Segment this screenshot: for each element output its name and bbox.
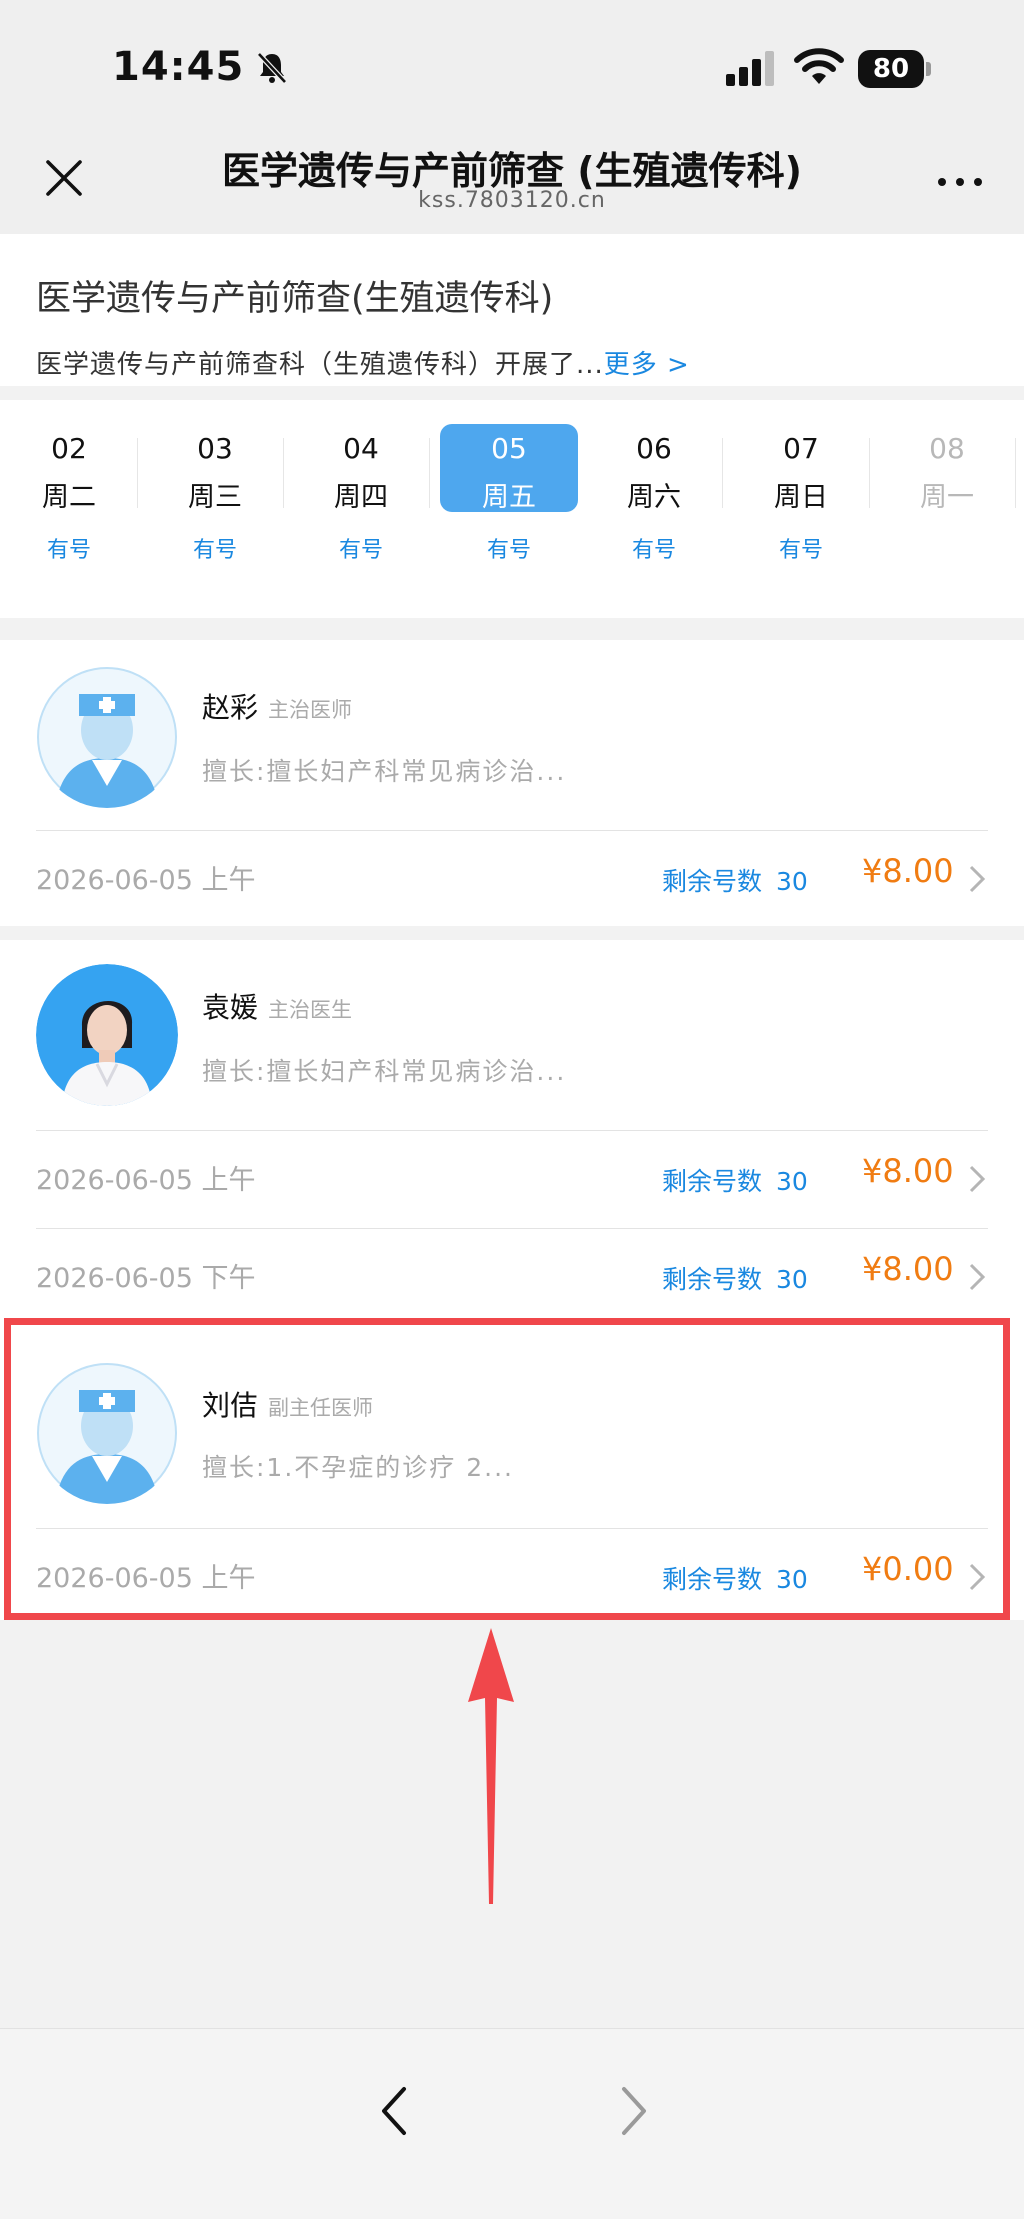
date-availability: 有号: [338, 538, 383, 563]
date-weekday: 周一: [920, 482, 974, 513]
slot-price: ¥8.00: [862, 1250, 954, 1288]
status-time: 14:45: [112, 44, 290, 90]
doctor-name-row: 袁媛 主治医生: [202, 986, 352, 1026]
date-day: 03: [197, 432, 233, 465]
status-bar: 14:45 80: [0, 0, 1024, 130]
doctor-specialty: 擅长:擅长妇产科常见病诊治...: [202, 757, 567, 786]
date-availability: 有号: [192, 538, 237, 563]
date-day: 06: [636, 432, 672, 465]
date-weekday: 周三: [188, 482, 242, 513]
date-day: 05: [491, 432, 527, 465]
date-item-08[interactable]: 08 周一: [878, 424, 1016, 584]
date-item-04[interactable]: 04 周四 有号: [292, 424, 430, 584]
date-weekday: 周五: [482, 482, 536, 513]
slot-time: 2026-06-05 上午: [36, 1165, 256, 1196]
date-item-02[interactable]: 02 周二 有号: [0, 424, 138, 584]
date-weekday: 周日: [774, 482, 828, 513]
slot-remaining: 剩余号数 30: [662, 1162, 808, 1198]
doctor-avatar-icon: [37, 667, 177, 808]
page-url: kss.7803120.cn: [418, 188, 606, 213]
date-weekday: 周二: [42, 482, 96, 513]
date-weekday: 周四: [334, 482, 388, 513]
slot-remaining: 剩余号数 30: [662, 862, 808, 898]
date-day: 04: [343, 432, 379, 465]
wifi-icon: [794, 48, 844, 84]
date-item-05[interactable]: 05 周五 有号: [440, 424, 578, 584]
chevron-right-icon: [969, 1263, 986, 1291]
status-time-text: 14:45: [112, 44, 245, 90]
slot-remaining-count: 30: [776, 1265, 808, 1294]
date-weekday: 周六: [627, 482, 681, 513]
doctor-photo-avatar: [36, 964, 178, 1106]
date-item-06[interactable]: 06 周六 有号: [585, 424, 723, 584]
highlight-annotation-box: [4, 1318, 1010, 1620]
slot-remaining-label: 剩余号数: [662, 1265, 763, 1294]
cellular-signal-icon: [726, 51, 774, 86]
date-day: 02: [51, 432, 87, 465]
date-day: 08: [929, 432, 965, 465]
slot-time: 2026-06-05 下午: [36, 1263, 256, 1294]
date-availability: 有号: [778, 538, 823, 563]
bell-muted-icon: [257, 52, 288, 84]
doctor-name-row: 赵彩 主治医师: [202, 686, 352, 726]
chevron-right-icon: [969, 1165, 986, 1193]
battery-indicator: 80: [858, 50, 932, 88]
department-name: 医学遗传与产前筛查(生殖遗传科): [36, 279, 554, 319]
page-title: 医学遗传与产前筛查 (生殖遗传科): [222, 149, 802, 193]
slot-remaining-label: 剩余号数: [662, 1167, 763, 1196]
arrow-up-annotation-icon: [468, 1628, 514, 1904]
battery-level: 80: [858, 50, 924, 88]
time-slot-row[interactable]: 2026-06-05 下午 剩余号数 30 ¥8.00: [0, 1228, 1024, 1324]
battery-cap: [926, 62, 931, 76]
department-more-link[interactable]: 更多 >: [604, 350, 690, 380]
doctor-card[interactable]: 赵彩 主治医师 擅长:擅长妇产科常见病诊治... 2026-06-05 上午 剩余…: [0, 640, 1024, 926]
back-arrow-icon[interactable]: [376, 2083, 410, 2139]
slot-price: ¥8.00: [862, 1152, 954, 1190]
date-availability: 有号: [46, 538, 91, 563]
department-card: 医学遗传与产前筛查(生殖遗传科) 医学遗传与产前筛查科（生殖遗传科）开展了...…: [0, 234, 1024, 386]
doctor-title: 主治医生: [268, 998, 353, 1022]
nav-bar: 医学遗传与产前筛查 (生殖遗传科) kss.7803120.cn: [0, 130, 1024, 234]
date-selector: 02 周二 有号 03 周三 有号 04 周四 有号 05 周五 有号 06 周…: [0, 400, 1024, 618]
slot-remaining-count: 30: [776, 1167, 808, 1196]
forward-arrow-icon[interactable]: [618, 2083, 652, 2139]
slot-price: ¥8.00: [862, 852, 954, 890]
department-description-row: 医学遗传与产前筛查科（生殖遗传科）开展了...更多 >: [36, 344, 690, 381]
date-availability: 有号: [631, 538, 676, 563]
doctor-name: 袁媛: [202, 991, 259, 1024]
date-day: 07: [783, 432, 819, 465]
more-options-icon[interactable]: [936, 174, 984, 190]
doctor-name: 赵彩: [202, 691, 259, 724]
date-item-07[interactable]: 07 周日 有号: [732, 424, 870, 584]
browser-toolbar: [0, 2028, 1024, 2219]
slot-remaining-label: 剩余号数: [662, 867, 763, 896]
slot-remaining-count: 30: [776, 867, 808, 896]
slot-remaining: 剩余号数 30: [662, 1260, 808, 1296]
time-slot-row[interactable]: 2026-06-05 上午 剩余号数 30 ¥8.00: [0, 1130, 1024, 1226]
slot-time: 2026-06-05 上午: [36, 865, 256, 896]
doctor-specialty: 擅长:擅长妇产科常见病诊治...: [202, 1057, 567, 1086]
time-slot-row[interactable]: 2026-06-05 上午 剩余号数 30 ¥8.00: [0, 830, 1024, 926]
department-description: 医学遗传与产前筛查科（生殖遗传科）开展了...: [36, 350, 604, 380]
doctor-card[interactable]: 袁媛 主治医生 擅长:擅长妇产科常见病诊治... 2026-06-05 上午 剩余…: [0, 940, 1024, 1316]
doctor-title: 主治医师: [268, 698, 353, 722]
date-availability: 有号: [486, 538, 531, 563]
chevron-right-icon: [969, 865, 986, 893]
date-item-03[interactable]: 03 周三 有号: [146, 424, 284, 584]
